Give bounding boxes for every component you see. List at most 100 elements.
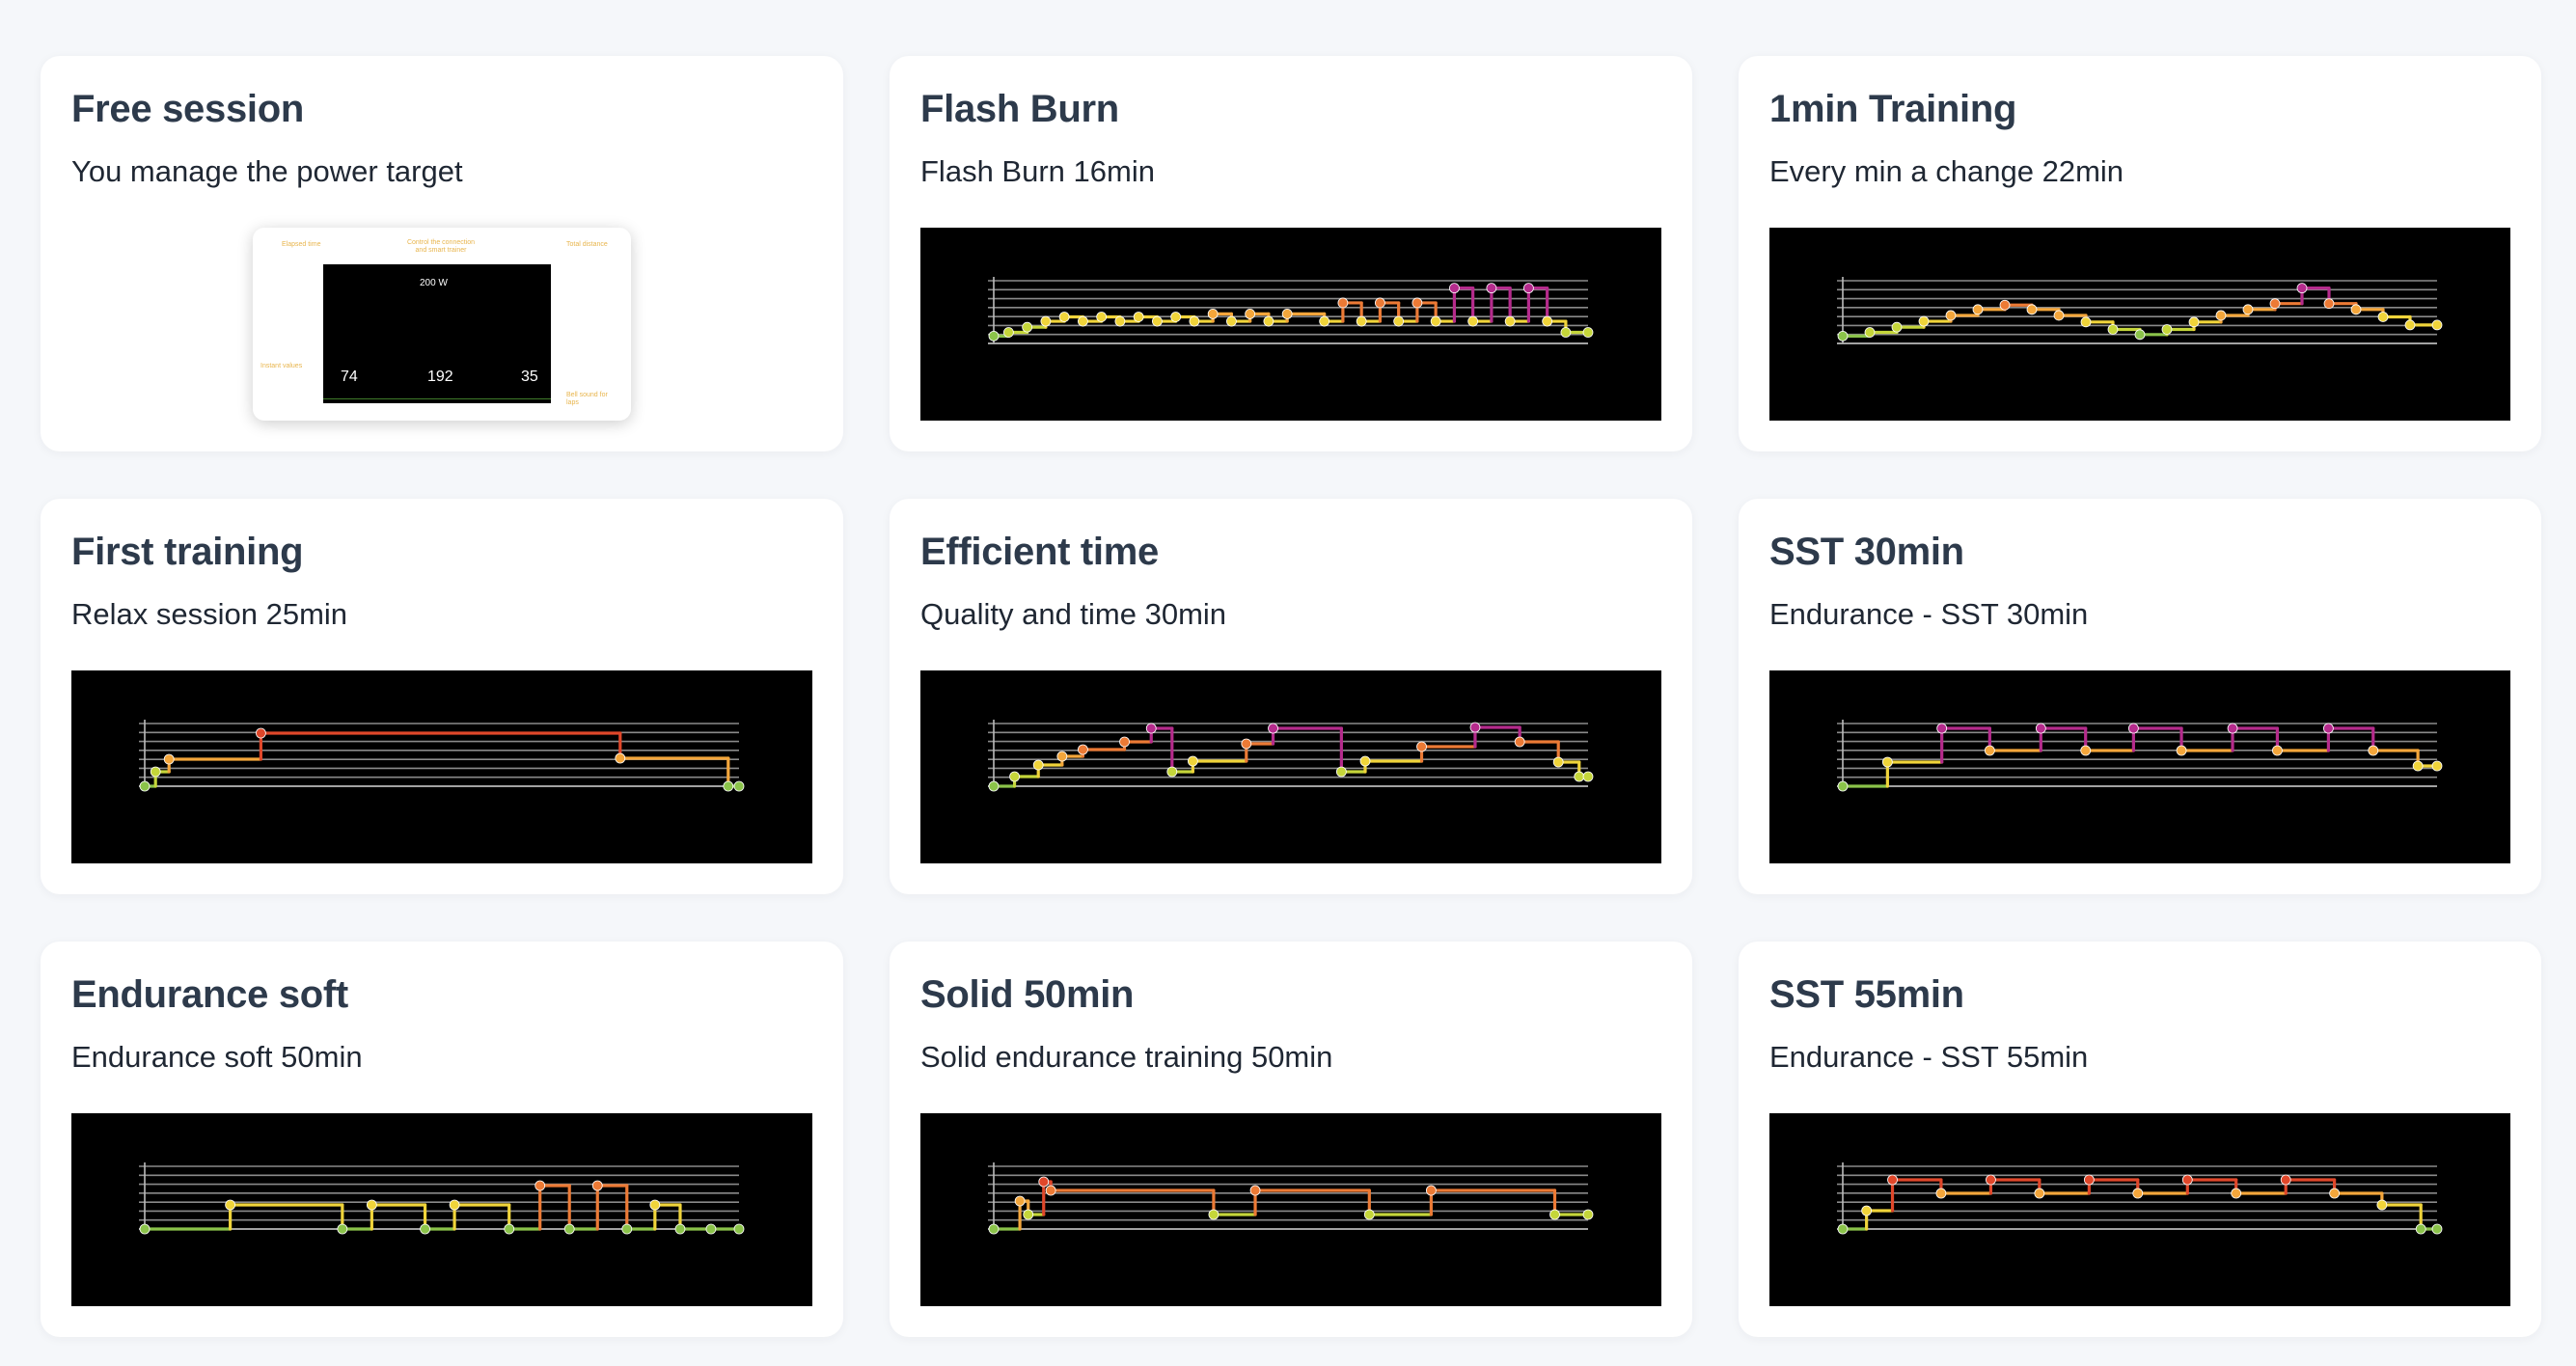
power-step-point: [2132, 1188, 2144, 1199]
power-chart-svg: [1837, 277, 2443, 344]
power-step-point: [2034, 1188, 2045, 1199]
workout-title: Endurance soft: [71, 973, 348, 1016]
power-step-point: [2412, 760, 2424, 772]
power-step-point: [649, 1199, 661, 1211]
power-step-point: [723, 780, 734, 792]
power-step-point: [988, 780, 1000, 792]
preview-callout: Bell sound for laps: [566, 392, 608, 406]
power-step-point: [1945, 310, 1957, 321]
power-step-point: [1208, 1209, 1219, 1220]
power-step-point: [1077, 744, 1088, 755]
workout-power-chart: [71, 670, 812, 863]
power-step-point: [1356, 315, 1367, 327]
power-step-point: [988, 330, 1000, 342]
power-step-point: [1549, 1209, 1560, 1220]
power-step-point: [255, 727, 266, 739]
power-step-point: [2035, 723, 2046, 734]
power-chart-svg: [139, 1162, 745, 1235]
workout-card[interactable]: Efficient time Quality and time 30min: [890, 499, 1692, 894]
power-step-point: [1861, 1205, 1873, 1216]
workout-subtitle: Relax session 25min: [71, 597, 348, 631]
power-step-point: [2431, 319, 2443, 331]
workout-card[interactable]: SST 55min Endurance - SST 55min: [1739, 942, 2541, 1337]
workout-power-chart: [920, 670, 1661, 863]
power-step-point: [1045, 1185, 1056, 1196]
power-step-point: [1486, 283, 1497, 294]
power-step-point: [1891, 321, 1903, 333]
power-step-point: [591, 1180, 603, 1191]
workout-card[interactable]: Solid 50min Solid endurance training 50m…: [890, 942, 1692, 1337]
workout-subtitle: Endurance soft 50min: [71, 1040, 363, 1074]
power-step-point: [2242, 304, 2254, 315]
power-step-point: [1363, 1209, 1375, 1220]
power-step-point: [1416, 741, 1427, 752]
power-step-point: [1574, 771, 1585, 782]
preview-callout: Elapsed time: [282, 241, 321, 248]
workout-card[interactable]: 1min Training Every min a change 22min: [1739, 56, 2541, 451]
power-step-point: [1187, 755, 1198, 767]
power-step-point: [705, 1223, 717, 1235]
workout-title: First training: [71, 531, 304, 573]
power-step-point: [1467, 315, 1479, 327]
power-step-point: [1864, 327, 1876, 338]
power-step-point: [2176, 745, 2187, 756]
workout-grid: Free session You manage the power target…: [41, 56, 2541, 1337]
power-step-point: [1032, 759, 1044, 771]
power-step-point: [1542, 315, 1553, 327]
power-step-point: [1393, 315, 1405, 327]
workout-title: Flash Burn: [920, 88, 1119, 130]
power-step-point: [1425, 1185, 1437, 1196]
power-step-point: [2431, 1223, 2443, 1235]
power-step-point: [2329, 1188, 2340, 1199]
workout-power-chart: [920, 228, 1661, 421]
power-step-point: [1449, 283, 1460, 294]
preview-callout: Instant values: [260, 363, 303, 369]
power-step-point: [1009, 771, 1020, 782]
power-step-point: [2181, 1174, 2193, 1186]
power-chart-svg: [988, 720, 1594, 792]
power-step-point: [2280, 1174, 2291, 1186]
power-step-point: [1151, 315, 1163, 327]
power-step-point: [2323, 298, 2335, 310]
power-step-point: [1003, 327, 1014, 338]
workout-card[interactable]: SST 30min Endurance - SST 30min: [1739, 499, 2541, 894]
power-step-point: [1560, 327, 1572, 338]
power-step-point: [150, 766, 161, 778]
power-step-point: [1119, 736, 1130, 748]
workout-subtitle: You manage the power target: [71, 154, 463, 188]
power-step-point: [504, 1223, 515, 1235]
workout-card[interactable]: First training Relax session 25min: [41, 499, 843, 894]
power-step-point: [2272, 745, 2283, 756]
power-step-point: [1918, 315, 1930, 327]
workout-card-free-session[interactable]: Free session You manage the power target…: [41, 56, 843, 451]
power-step-point: [1514, 736, 1525, 748]
power-step-point: [2296, 283, 2308, 294]
power-step-point: [534, 1180, 546, 1191]
workout-title: Solid 50min: [920, 973, 1135, 1016]
workout-card[interactable]: Endurance soft Endurance soft 50min: [41, 942, 843, 1337]
power-step-point: [139, 1223, 151, 1235]
power-step-point: [1096, 312, 1108, 322]
power-step-point: [2053, 310, 2065, 321]
workout-title: Efficient time: [920, 531, 1159, 573]
power-step-point: [563, 1223, 575, 1235]
workout-subtitle: Quality and time 30min: [920, 597, 1227, 631]
power-step-point: [2415, 1223, 2426, 1235]
workout-title: SST 30min: [1769, 531, 1964, 573]
power-step-point: [2127, 723, 2139, 734]
power-step-point: [337, 1223, 348, 1235]
power-step-point: [1014, 1195, 1026, 1207]
power-step-point: [420, 1223, 430, 1235]
power-step-point: [1887, 1174, 1898, 1186]
workout-card[interactable]: Flash Burn Flash Burn 16min: [890, 56, 1692, 451]
workout-subtitle: Every min a change 22min: [1769, 154, 2124, 188]
preview-power-target: 200 W: [420, 278, 448, 288]
power-step-point: [1881, 756, 1893, 768]
power-step-point: [2134, 329, 2146, 341]
power-step-point: [1999, 299, 2011, 311]
power-chart-svg: [988, 277, 1594, 344]
power-step-point: [1984, 745, 1995, 756]
power-step-point: [1249, 1185, 1261, 1196]
preview-value: 35: [521, 369, 538, 385]
power-step-point: [1268, 723, 1278, 734]
